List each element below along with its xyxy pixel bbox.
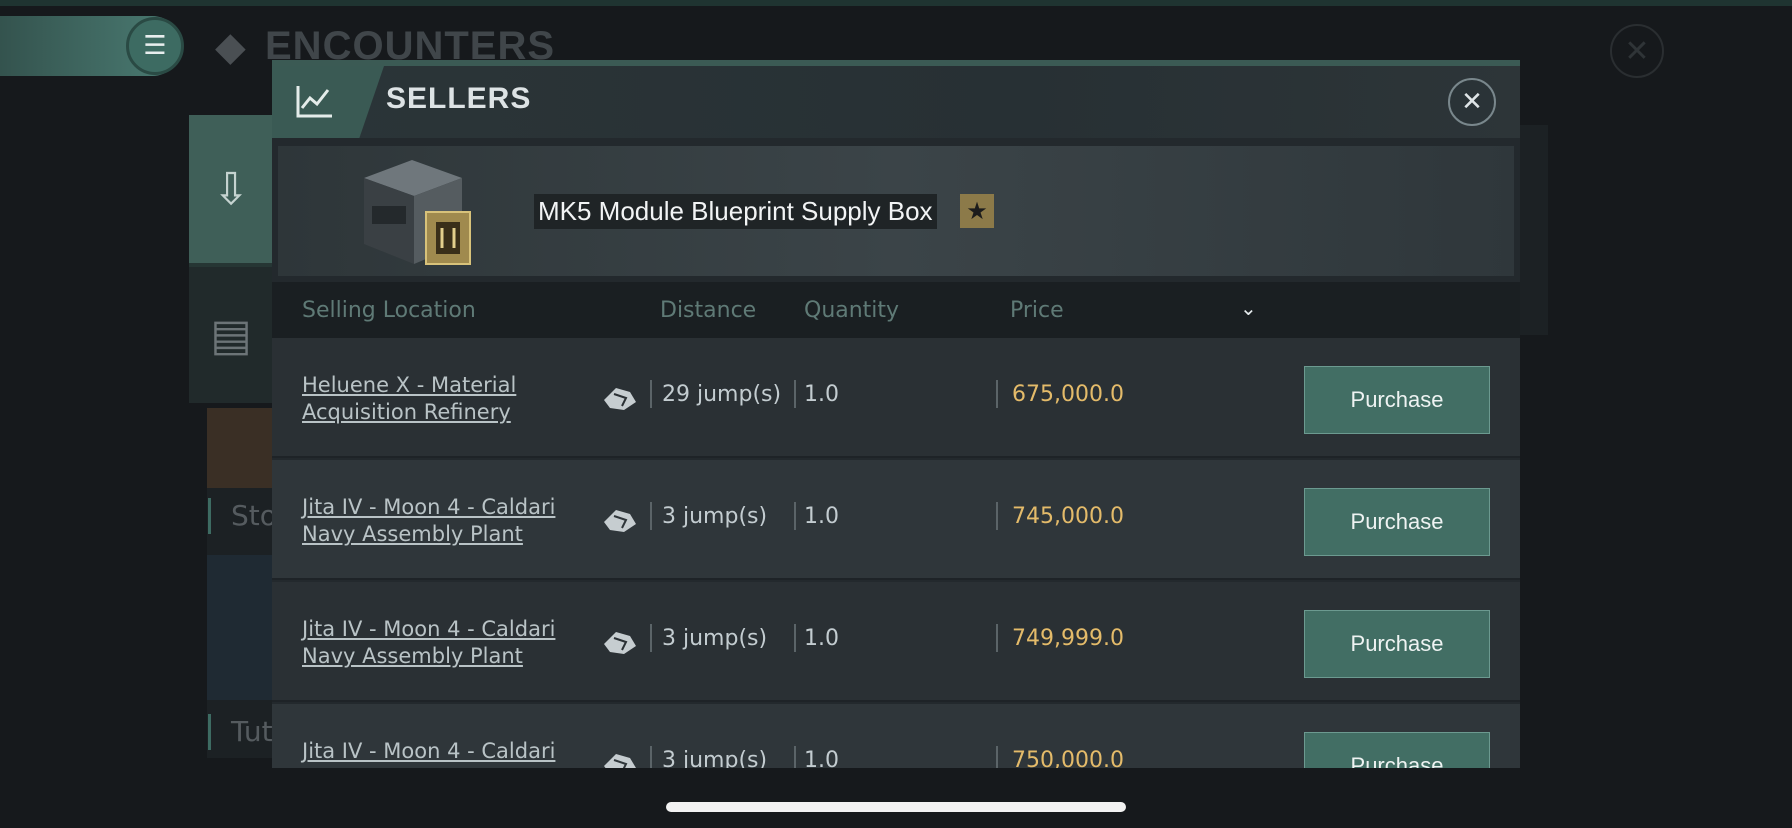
table-row: Heluene X - Material Acquisition Refiner… bbox=[272, 338, 1520, 458]
separator bbox=[650, 380, 652, 408]
separator bbox=[996, 380, 998, 408]
seller-price: 750,000.0 bbox=[1012, 748, 1124, 768]
background-label: Tut bbox=[208, 714, 273, 750]
seller-distance: 3 jump(s) bbox=[662, 626, 768, 651]
separator bbox=[794, 746, 796, 768]
top-status-line bbox=[0, 0, 1792, 6]
column-header-price[interactable]: Price bbox=[1010, 298, 1064, 323]
purchase-button[interactable]: Purchase bbox=[1304, 488, 1490, 556]
separator bbox=[794, 624, 796, 652]
seller-quantity: 1.0 bbox=[804, 382, 839, 407]
separator bbox=[794, 502, 796, 530]
seller-location-link[interactable]: Heluene X - Material Acquisition Refiner… bbox=[302, 372, 572, 426]
background-close-icon[interactable]: ✕ bbox=[1610, 24, 1664, 78]
item-banner: MK5 Module Blueprint Supply Box ★ bbox=[278, 146, 1514, 276]
separator bbox=[650, 746, 652, 768]
seller-quantity: 1.0 bbox=[804, 504, 839, 529]
separator bbox=[996, 502, 998, 530]
separator bbox=[650, 624, 652, 652]
sellers-modal: SELLERS ✕ MK5 Module Blueprint Supply Bo… bbox=[272, 60, 1520, 768]
chart-line-icon bbox=[272, 66, 384, 138]
table-row: Jita IV - Moon 4 - Caldari Navy Assembly… bbox=[272, 460, 1520, 580]
seller-distance: 3 jump(s) bbox=[662, 748, 768, 768]
seller-distance: 3 jump(s) bbox=[662, 504, 768, 529]
purchase-button[interactable]: Purchase bbox=[1304, 732, 1490, 768]
ship-icon bbox=[604, 510, 636, 532]
seller-quantity: 1.0 bbox=[804, 626, 839, 651]
table-row: Jita IV - Moon 4 - Caldari Navy Assembly… bbox=[272, 704, 1520, 768]
supply-box-image bbox=[350, 148, 476, 272]
logo-icon: ◆ bbox=[215, 24, 246, 70]
column-header-quantity[interactable]: Quantity bbox=[804, 298, 899, 323]
seller-price: 675,000.0 bbox=[1012, 382, 1124, 407]
star-icon: ★ bbox=[960, 194, 994, 228]
seller-price: 745,000.0 bbox=[1012, 504, 1124, 529]
background-card bbox=[207, 408, 277, 488]
ship-icon bbox=[604, 632, 636, 654]
purchase-button[interactable]: Purchase bbox=[1304, 610, 1490, 678]
clipboard-icon[interactable]: ▤ bbox=[189, 267, 273, 403]
home-indicator[interactable] bbox=[666, 802, 1126, 812]
ship-icon bbox=[604, 388, 636, 410]
separator bbox=[996, 624, 998, 652]
cart-download-icon[interactable]: ⇩ bbox=[189, 115, 273, 263]
item-name: MK5 Module Blueprint Supply Box bbox=[534, 194, 937, 229]
modal-title: SELLERS bbox=[386, 82, 532, 115]
column-header-row: Selling Location Distance Quantity Price… bbox=[272, 282, 1520, 338]
seller-distance: 29 jump(s) bbox=[662, 382, 782, 407]
modal-header: SELLERS ✕ bbox=[272, 66, 1520, 138]
separator bbox=[996, 746, 998, 768]
seller-price: 749,999.0 bbox=[1012, 626, 1124, 651]
background-scrollbar bbox=[1520, 125, 1548, 335]
seller-location-link[interactable]: Jita IV - Moon 4 - Caldari Navy Assembly… bbox=[302, 616, 572, 670]
ship-icon bbox=[604, 754, 636, 768]
table-row: Jita IV - Moon 4 - Caldari Navy Assembly… bbox=[272, 582, 1520, 702]
background-label: Sto bbox=[208, 498, 277, 534]
purchase-button[interactable]: Purchase bbox=[1304, 366, 1490, 434]
separator bbox=[650, 502, 652, 530]
column-header-location[interactable]: Selling Location bbox=[302, 298, 476, 323]
seller-location-link[interactable]: Jita IV - Moon 4 - Caldari Navy Assembly… bbox=[302, 738, 572, 768]
close-icon[interactable]: ✕ bbox=[1448, 78, 1496, 126]
hamburger-icon[interactable]: ☰ bbox=[126, 17, 184, 75]
seller-quantity: 1.0 bbox=[804, 748, 839, 768]
chevron-down-icon[interactable]: ⌄ bbox=[1240, 296, 1257, 320]
separator bbox=[794, 380, 796, 408]
column-header-distance[interactable]: Distance bbox=[660, 298, 756, 323]
background-card bbox=[207, 555, 277, 700]
seller-location-link[interactable]: Jita IV - Moon 4 - Caldari Navy Assembly… bbox=[302, 494, 572, 548]
